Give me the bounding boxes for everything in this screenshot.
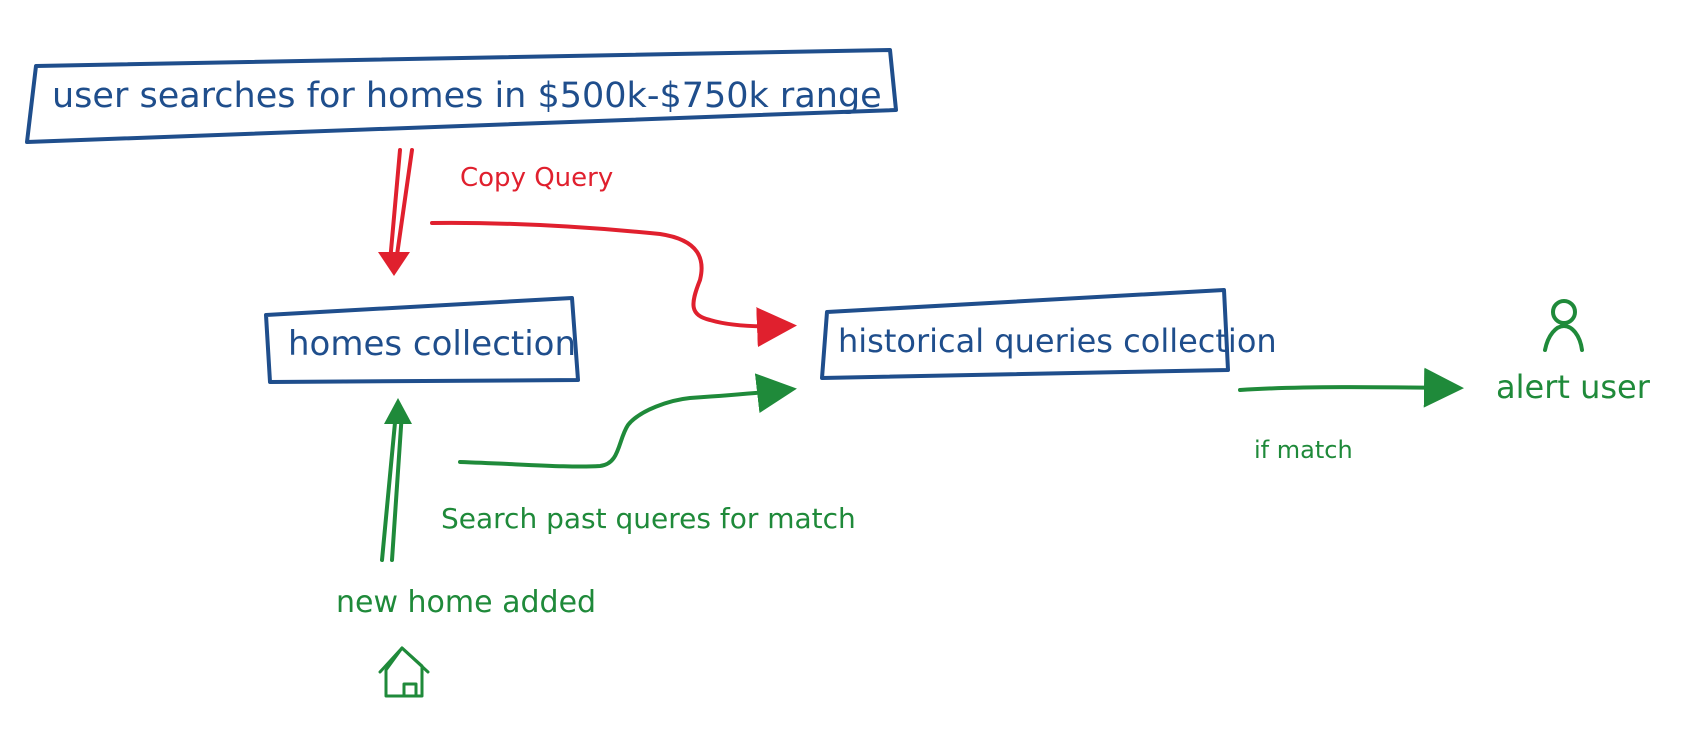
new-home-added-label: new home added (336, 585, 596, 620)
architecture-diagram: user searches for homes in $500k-$750k r… (25, 48, 1651, 698)
homes-collection-label: homes collection (288, 324, 576, 364)
new-home-up-arrow (380, 398, 412, 562)
homes-collection-node: homes collection (264, 296, 580, 384)
user-icon (1543, 299, 1584, 352)
if-match-label: if match (1254, 436, 1353, 464)
house-icon (378, 646, 430, 698)
copy-query-label: Copy Query (460, 163, 613, 193)
search-match-arrow (458, 373, 797, 469)
search-past-queries-label: Search past queres for match (441, 502, 856, 535)
copy-query-down-arrow (378, 148, 414, 276)
historical-queries-label: historical queries collection (838, 322, 1277, 360)
copy-query-arrow (430, 220, 797, 348)
historical-queries-node: historical queries collection (820, 288, 1277, 380)
alert-arrow (1238, 367, 1464, 408)
user-search-node: user searches for homes in $500k-$750k r… (25, 48, 898, 144)
user-search-label: user searches for homes in $500k-$750k r… (52, 76, 882, 116)
alert-user-label: alert user (1496, 368, 1651, 406)
